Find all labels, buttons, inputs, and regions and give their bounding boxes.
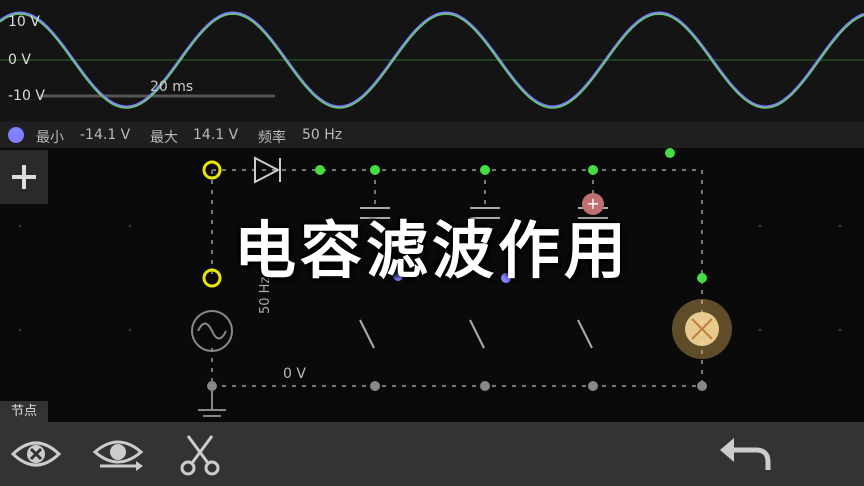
- diode-symbol[interactable]: [254, 156, 281, 184]
- min-label: 最小: [36, 130, 64, 146]
- scope-timebase: 20 ms: [150, 79, 194, 95]
- video-title-overlay: 电容滤波作用: [233, 214, 630, 287]
- scissors-icon: [180, 435, 220, 476]
- undo-button[interactable]: [716, 430, 772, 478]
- eye-cycle-icon: [92, 440, 144, 471]
- ac-source-symbol[interactable]: [191, 310, 233, 352]
- bottom-toolbar: [0, 422, 864, 486]
- cut-button[interactable]: [172, 430, 228, 478]
- scope-traces: [0, 11, 864, 109]
- min-value: -14.1 V: [80, 127, 131, 143]
- freq-label: 频率: [258, 130, 286, 146]
- scope-label-0v: 0 V: [8, 52, 31, 68]
- hide-button[interactable]: [8, 430, 64, 478]
- scope-label-10v: 10 V: [8, 14, 40, 30]
- scope-info-bar: 最小 -14.1 V 最大 14.1 V 频率 50 Hz: [0, 122, 864, 148]
- ground-voltage-label: 0 V: [283, 366, 306, 382]
- ground-symbol: [198, 386, 226, 417]
- scope-label-neg10v: -10 V: [8, 88, 45, 104]
- freq-value: 50 Hz: [302, 127, 343, 143]
- max-value: 14.1 V: [193, 127, 239, 143]
- plus-icon: [12, 165, 36, 189]
- view-button[interactable]: [90, 430, 146, 478]
- trace-color-dot[interactable]: [8, 127, 24, 143]
- lamp-symbol[interactable]: [672, 299, 732, 359]
- eye-close-icon: [10, 441, 62, 467]
- oscilloscope-panel[interactable]: 10 V 0 V -10 V 20 ms: [0, 0, 864, 122]
- add-component-button[interactable]: [0, 150, 48, 204]
- current-trace: [0, 13, 864, 109]
- undo-arrow-icon: [720, 438, 771, 470]
- node-tab[interactable]: 节点: [0, 401, 48, 422]
- max-label: 最大: [150, 130, 178, 146]
